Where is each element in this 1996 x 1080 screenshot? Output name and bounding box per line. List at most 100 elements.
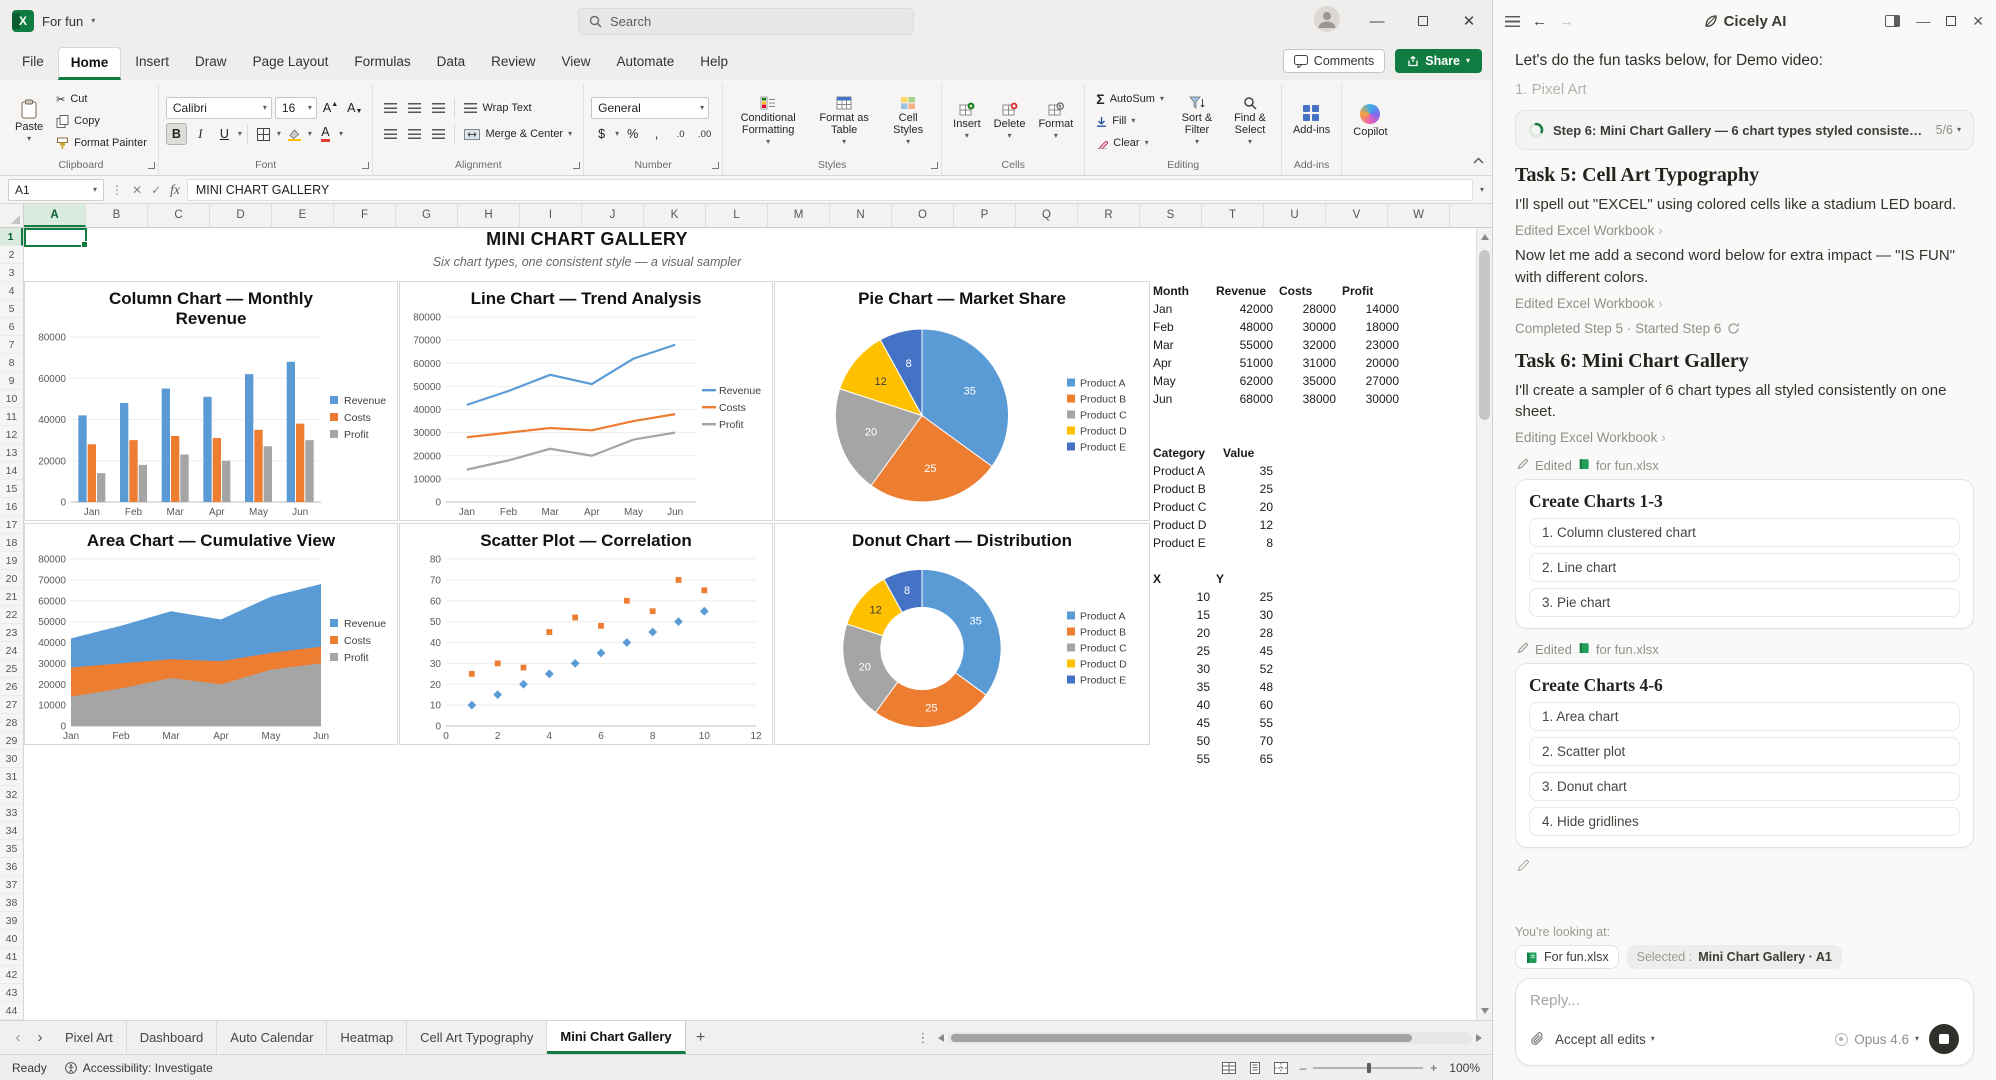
format-painter-button[interactable]: Format Painter [52,133,151,154]
edited-workbook-link[interactable]: Edited Excel Workbook› [1515,223,1974,238]
page-layout-view-icon[interactable] [1248,1062,1262,1074]
table-cell[interactable]: 48 [1213,678,1276,696]
table-cell[interactable]: 31000 [1276,354,1339,372]
stop-button[interactable] [1929,1024,1959,1054]
row-header-20[interactable]: 20 [0,570,23,588]
comma-format-button[interactable]: , [646,123,667,145]
sheet-nav-right-icon[interactable]: › [30,1029,50,1046]
add-sheet-button[interactable]: + [688,1029,714,1047]
row-header-30[interactable]: 30 [0,750,23,768]
chart-donut[interactable]: Donut Chart — Distribution352520128Produ… [774,523,1150,745]
row-header-29[interactable]: 29 [0,732,23,750]
row-header-5[interactable]: 5 [0,300,23,318]
row-header-40[interactable]: 40 [0,930,23,948]
sidebar-toggle-icon[interactable] [1885,15,1900,27]
table-cell[interactable]: 68000 [1213,390,1276,408]
table-cell[interactable]: 55 [1213,714,1276,732]
table-cell[interactable]: 30 [1150,660,1213,678]
paste-button[interactable]: Paste ▾ [11,97,47,145]
page-break-view-icon[interactable] [1274,1062,1288,1074]
row-header-16[interactable]: 16 [0,498,23,516]
panel-close-button[interactable]: ✕ [1972,13,1984,30]
cell-styles-button[interactable]: Cell Styles▾ [882,94,934,149]
panel-minimize-button[interactable]: — [1916,13,1930,29]
normal-view-icon[interactable] [1222,1062,1236,1074]
scroll-down-arrow[interactable] [1481,1008,1489,1014]
ribbon-tab-help[interactable]: Help [688,47,740,80]
column-header-H[interactable]: H [458,204,520,227]
row-header-32[interactable]: 32 [0,786,23,804]
row-header-3[interactable]: 3 [0,264,23,282]
row-header-11[interactable]: 11 [0,408,23,426]
table-cell[interactable]: 18000 [1339,318,1402,336]
table-cell[interactable]: 52 [1213,660,1276,678]
column-header-M[interactable]: M [768,204,830,227]
font-color-button[interactable]: A [315,123,336,145]
selection-chip[interactable]: Selected : Mini Chart Gallery · A1 [1627,945,1842,969]
edit-card-item[interactable]: 3. Pie chart [1529,588,1960,617]
format-as-table-button[interactable]: Format as Table▾ [811,94,877,149]
column-header-L[interactable]: L [706,204,768,227]
table-cell[interactable]: Apr [1150,354,1213,372]
ribbon-tab-formulas[interactable]: Formulas [342,47,422,80]
table-cell[interactable]: 20 [1150,624,1213,642]
table-cell[interactable]: 30000 [1339,390,1402,408]
table-cell[interactable]: Product D [1150,516,1220,534]
column-header-V[interactable]: V [1326,204,1388,227]
workbook-chip[interactable]: For fun.xlsx [1515,945,1619,969]
select-all-corner[interactable] [0,204,24,227]
table-cell[interactable]: 28 [1213,624,1276,642]
row-header-1[interactable]: 1 [0,228,23,246]
table-cell[interactable]: 23000 [1339,336,1402,354]
align-top-button[interactable] [380,97,401,119]
accept-all-edits-button[interactable]: Accept all edits▾ [1555,1032,1655,1047]
column-header-G[interactable]: G [396,204,458,227]
chart-bar[interactable]: Column Chart — Monthly Revenue0200004000… [24,281,398,521]
chart-area[interactable]: Area Chart — Cumulative View010000200003… [24,523,398,745]
zoom-level[interactable]: 100% [1449,1061,1480,1075]
chart-scatter[interactable]: Scatter Plot — Correlation01020304050607… [399,523,773,745]
reply-composer[interactable]: Reply... Accept all edits▾ Opus 4.6 ▾ [1515,978,1974,1066]
row-header-31[interactable]: 31 [0,768,23,786]
column-header-K[interactable]: K [644,204,706,227]
fill-color-button[interactable] [284,123,305,145]
sheet-tab-heatmap[interactable]: Heatmap [327,1021,407,1054]
find-select-button[interactable]: Find & Select▾ [1226,94,1274,149]
font-dialog-launcher[interactable] [362,162,369,169]
table-cell[interactable]: 25 [1213,588,1276,606]
ribbon-tab-page-layout[interactable]: Page Layout [241,47,341,80]
ribbon-tab-view[interactable]: View [549,47,602,80]
table-cell[interactable]: 45 [1213,642,1276,660]
ribbon-tab-data[interactable]: Data [425,47,478,80]
column-header-E[interactable]: E [272,204,334,227]
row-header-24[interactable]: 24 [0,642,23,660]
table-cell[interactable]: 12 [1220,516,1276,534]
merge-center-button[interactable]: Merge & Center▾ [460,124,576,145]
row-header-37[interactable]: 37 [0,876,23,894]
table-cell[interactable]: Mar [1150,336,1213,354]
row-header-27[interactable]: 27 [0,696,23,714]
column-header-R[interactable]: R [1078,204,1140,227]
copy-button[interactable]: Copy [52,111,151,132]
edit-card-item[interactable]: 1. Area chart [1529,702,1960,731]
confirm-entry-icon[interactable]: ✓ [151,183,161,197]
chevron-down-icon[interactable]: ▾ [91,17,95,25]
edit-file-name[interactable]: for fun.xlsx [1596,642,1659,657]
row-header-42[interactable]: 42 [0,966,23,984]
font-size-select[interactable]: 16▾ [275,97,317,119]
align-bottom-button[interactable] [428,97,449,119]
ribbon-tab-home[interactable]: Home [58,47,122,80]
row-header-34[interactable]: 34 [0,822,23,840]
table-cell[interactable]: Jan [1150,300,1213,318]
column-header-P[interactable]: P [954,204,1016,227]
column-header-Q[interactable]: Q [1016,204,1078,227]
model-selector[interactable]: Opus 4.6 ▾ [1835,1032,1919,1047]
cut-button[interactable]: ✂Cut [52,89,151,110]
table-cell[interactable]: Product E [1150,534,1220,552]
scroll-up-arrow[interactable] [1481,234,1489,240]
table-cell[interactable]: 25 [1220,480,1276,498]
column-header-C[interactable]: C [148,204,210,227]
sheet-tab-pixel-art[interactable]: Pixel Art [52,1021,127,1054]
table-cell[interactable]: 60 [1213,696,1276,714]
table-cell[interactable]: 20000 [1339,354,1402,372]
